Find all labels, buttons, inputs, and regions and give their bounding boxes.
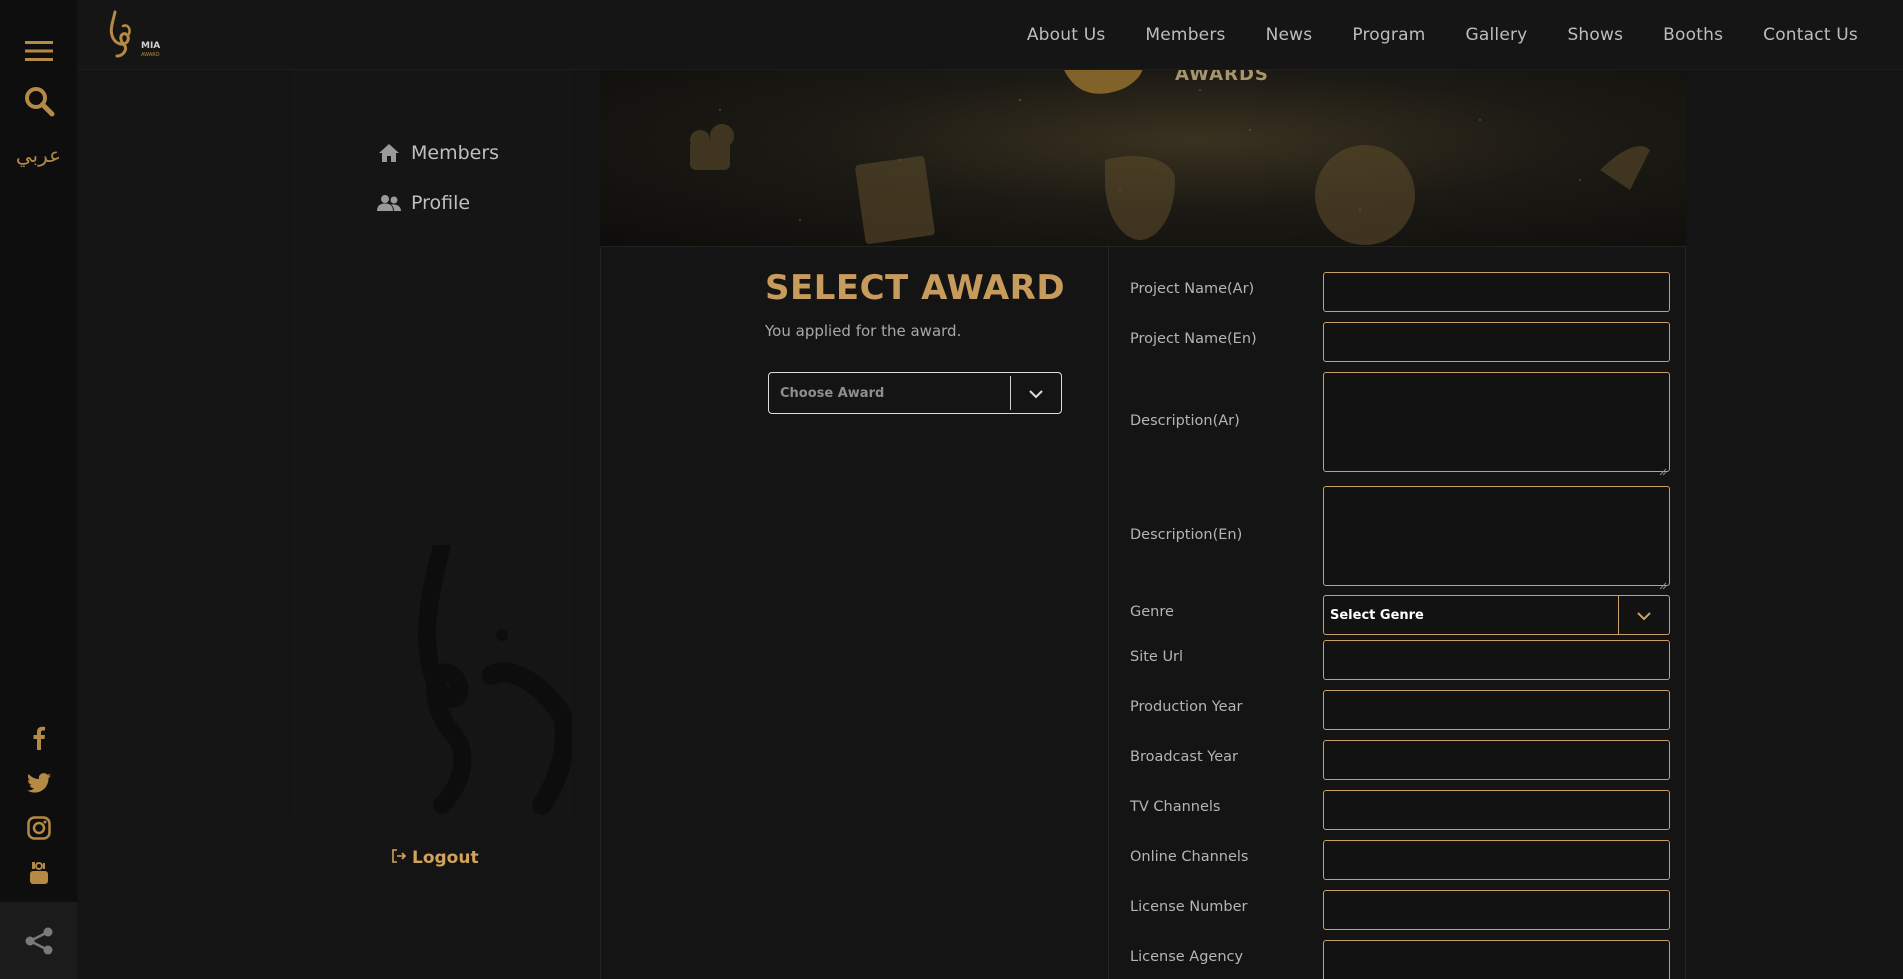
site-url-label: Site Url	[1130, 649, 1184, 665]
license-agency-field[interactable]	[1323, 940, 1670, 979]
genre-label: Genre	[1130, 604, 1174, 620]
genre-select[interactable]: Select Genre	[1323, 595, 1670, 635]
description-en-field[interactable]	[1323, 486, 1670, 590]
language-toggle[interactable]: عربي	[0, 140, 77, 170]
sidebar-item-label: Members	[411, 142, 500, 164]
banner-awards-text: AWARDS	[1175, 70, 1269, 85]
users-icon	[377, 193, 401, 213]
online-channels-field[interactable]	[1323, 840, 1670, 880]
sidebar-item-members[interactable]: Members	[377, 142, 499, 164]
project-name-ar-label: Project Name(Ar)	[1130, 281, 1255, 297]
main-nav: About Us Members News Program Gallery Sh…	[1027, 0, 1858, 70]
chevron-down-icon	[1636, 608, 1652, 622]
sidebar-item-label: Profile	[411, 192, 471, 214]
nav-booths[interactable]: Booths	[1663, 25, 1723, 45]
genre-select-value: Select Genre	[1330, 608, 1424, 623]
logout-icon	[392, 848, 407, 868]
logout-button[interactable]: Logout	[392, 848, 479, 868]
project-name-ar-field[interactable]	[1323, 272, 1670, 312]
resize-handle-icon[interactable]	[1659, 575, 1667, 590]
nav-shows[interactable]: Shows	[1567, 25, 1623, 45]
nav-about-us[interactable]: About Us	[1027, 25, 1106, 45]
award-select[interactable]: Choose Award	[768, 372, 1062, 414]
site-url-field[interactable]	[1323, 640, 1670, 680]
description-ar-field[interactable]	[1323, 372, 1670, 476]
description-ar-label: Description(Ar)	[1130, 413, 1240, 429]
nav-news[interactable]: News	[1266, 25, 1313, 45]
instagram-icon[interactable]	[0, 813, 77, 843]
youtube-icon[interactable]	[0, 858, 77, 888]
license-agency-label: License Agency	[1130, 949, 1244, 965]
resize-handle-icon[interactable]	[1659, 461, 1667, 476]
search-icon[interactable]	[0, 84, 77, 118]
site-logo[interactable]: MIA AWARD	[101, 8, 167, 62]
sidebar-item-profile[interactable]: Profile	[377, 192, 470, 214]
chevron-down-icon	[1028, 386, 1044, 400]
award-status-text: You applied for the award.	[765, 322, 962, 340]
top-navigation: MIA AWARD About Us Members News Program …	[77, 0, 1903, 70]
awards-banner: AWARDS	[600, 70, 1686, 246]
license-number-field[interactable]	[1323, 890, 1670, 930]
award-select-value: Choose Award	[780, 386, 885, 401]
awards-logo-mark	[1064, 70, 1143, 94]
license-number-label: License Number	[1130, 899, 1248, 915]
broadcast-year-field[interactable]	[1323, 740, 1670, 780]
side-panel: Members Profile Logout	[292, 70, 575, 868]
nav-contact-us[interactable]: Contact Us	[1763, 25, 1858, 45]
facebook-icon[interactable]	[0, 723, 77, 753]
select-separator	[1010, 376, 1011, 410]
project-name-en-field[interactable]	[1323, 322, 1670, 362]
svg-text:MIA: MIA	[141, 41, 160, 51]
description-en-label: Description(En)	[1130, 527, 1243, 543]
select-separator	[1618, 596, 1619, 634]
svg-text:AWARD: AWARD	[141, 52, 160, 58]
broadcast-year-label: Broadcast Year	[1130, 749, 1238, 765]
production-year-field[interactable]	[1323, 690, 1670, 730]
tv-channels-field[interactable]	[1323, 790, 1670, 830]
nav-members[interactable]: Members	[1145, 25, 1225, 45]
share-icon[interactable]	[0, 902, 77, 979]
home-icon	[377, 143, 401, 163]
content-divider	[1108, 246, 1109, 979]
online-channels-label: Online Channels	[1130, 849, 1249, 865]
menu-icon[interactable]	[0, 34, 77, 68]
page-title: SELECT AWARD	[765, 268, 1066, 308]
production-year-label: Production Year	[1130, 699, 1243, 715]
twitter-icon[interactable]	[0, 768, 77, 798]
left-rail: عربي	[0, 0, 77, 979]
nav-program[interactable]: Program	[1352, 25, 1425, 45]
calligraphy-watermark	[392, 536, 575, 815]
tv-channels-label: TV Channels	[1130, 799, 1221, 815]
logout-label: Logout	[412, 848, 479, 868]
project-name-en-label: Project Name(En)	[1130, 331, 1257, 347]
nav-gallery[interactable]: Gallery	[1465, 25, 1527, 45]
